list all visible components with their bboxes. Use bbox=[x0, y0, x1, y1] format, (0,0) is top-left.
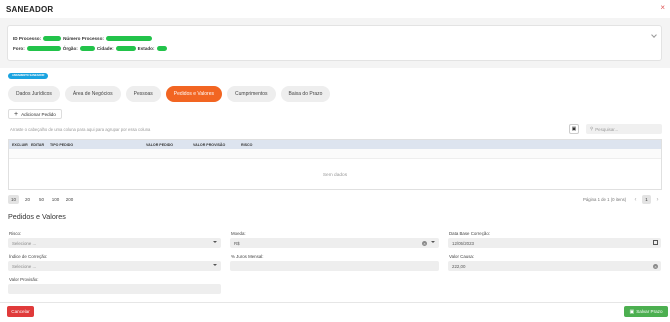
foro-value-pill bbox=[26, 46, 61, 51]
process-info-row-2: Foro: Órgão: Cidade: Estado: bbox=[13, 46, 167, 51]
save-icon: ▣ bbox=[629, 308, 635, 315]
cidade-value-pill bbox=[115, 46, 136, 51]
orgao-label: Órgão: bbox=[62, 46, 78, 51]
search-icon: ⚲ bbox=[590, 126, 594, 131]
plus-icon: + bbox=[14, 110, 19, 118]
tab-dados-juridicos[interactable]: Dados Jurídicos bbox=[8, 86, 60, 102]
numero-processo-label: Número Processo: bbox=[63, 36, 104, 41]
column-header-editar[interactable]: EDITAR bbox=[31, 143, 44, 147]
column-header-valor-provisao[interactable]: VALOR PROVISÃO bbox=[193, 143, 225, 147]
dropdown-arrow-icon bbox=[213, 241, 217, 243]
juros-mensal-input[interactable] bbox=[230, 261, 439, 271]
risco-placeholder: Selecione ... bbox=[12, 240, 37, 246]
tab-cumprimentos[interactable]: Cumprimentos bbox=[227, 86, 276, 102]
tab-area-de-negocios[interactable]: Área de Negócios bbox=[64, 86, 121, 102]
calendar-icon[interactable] bbox=[653, 240, 658, 245]
juros-mensal-label: % Juros Mensal: bbox=[231, 254, 264, 259]
data-base-correcao-label: Data Base Correção: bbox=[449, 231, 490, 236]
footer-bar bbox=[0, 302, 670, 322]
orgao-value-pill bbox=[79, 46, 95, 51]
cidade-label: Cidade: bbox=[96, 46, 114, 51]
process-info-row-1: ID Processo: Número Processo: bbox=[13, 36, 152, 41]
page-info: Página 1 de 1 (0 itens) bbox=[583, 197, 627, 202]
tab-pessoas[interactable]: Pessoas bbox=[125, 86, 161, 102]
chevron-right-icon[interactable]: › bbox=[653, 195, 662, 204]
moeda-value: R$ bbox=[234, 240, 240, 246]
column-header-valor-pedido[interactable]: VALOR PEDIDO bbox=[146, 143, 173, 147]
indice-correcao-placeholder: Selecione ... bbox=[12, 263, 37, 269]
page-size-10[interactable]: 10 bbox=[8, 195, 19, 204]
chevron-down-icon[interactable] bbox=[651, 32, 657, 38]
section-title: Pedidos e Valores bbox=[8, 212, 66, 221]
cancel-button[interactable]: Cancelar bbox=[7, 306, 34, 317]
page-size-100[interactable]: 100 bbox=[50, 195, 61, 204]
saneador-window: SANEADOR × ID Processo: Número Processo:… bbox=[0, 0, 670, 322]
add-pedido-button[interactable]: + Adicionar Pedido bbox=[8, 109, 62, 119]
risco-label: Risco: bbox=[9, 231, 22, 236]
search-placeholder: Pesquisar... bbox=[595, 126, 619, 132]
page-size-200[interactable]: 200 bbox=[64, 195, 75, 204]
add-pedido-label: Adicionar Pedido bbox=[21, 111, 56, 117]
close-icon[interactable]: × bbox=[660, 3, 665, 12]
indice-correcao-select[interactable]: Selecione ... bbox=[8, 261, 221, 271]
column-header-risco[interactable]: RISCO bbox=[241, 143, 252, 147]
column-chooser-icon[interactable]: ▣ bbox=[569, 124, 579, 134]
page-size-20[interactable]: 20 bbox=[22, 195, 33, 204]
moeda-select[interactable]: R$ × bbox=[230, 238, 439, 248]
tab-pedidos-e-valores[interactable]: Pedidos e Valores bbox=[165, 86, 223, 102]
save-prazo-button[interactable]: ▣ Salvar Prazo bbox=[624, 306, 668, 317]
dropdown-arrow-icon bbox=[431, 241, 435, 243]
foro-label: Foro: bbox=[13, 46, 25, 51]
valor-causa-label: Valor Causa: bbox=[449, 254, 475, 259]
page-size-50[interactable]: 50 bbox=[36, 195, 47, 204]
grid-header: EXCLUIR EDITAR TIPO PEDIDO VALOR PEDIDO … bbox=[9, 140, 661, 149]
status-badge: ANDAMENTO SANEADOR bbox=[8, 73, 49, 79]
pedidos-grid: EXCLUIR EDITAR TIPO PEDIDO VALOR PEDIDO … bbox=[8, 139, 662, 190]
data-base-correcao-input[interactable]: 12/05/2023 bbox=[448, 238, 661, 248]
moeda-label: Moeda: bbox=[231, 231, 246, 236]
save-prazo-label: Salvar Prazo bbox=[636, 309, 663, 314]
tab-baixa-do-prazo[interactable]: Baixa do Prazo bbox=[280, 86, 331, 102]
clear-icon[interactable]: × bbox=[653, 263, 658, 269]
valor-causa-value: 222,00 bbox=[452, 263, 466, 269]
data-base-correcao-value: 12/05/2023 bbox=[452, 240, 474, 246]
title-bar: SANEADOR × bbox=[0, 0, 670, 18]
grid-filter-row[interactable] bbox=[9, 149, 661, 159]
valor-provisao-input[interactable] bbox=[8, 284, 221, 294]
id-processo-value-pill bbox=[43, 36, 62, 41]
group-panel-hint: Arraste o cabeçalho de uma coluna para a… bbox=[10, 127, 151, 132]
column-header-tipo-pedido[interactable]: TIPO PEDIDO bbox=[50, 143, 73, 147]
numero-processo-value-pill bbox=[105, 36, 152, 41]
search-input[interactable]: ⚲ Pesquisar... bbox=[586, 124, 662, 134]
clear-icon[interactable]: × bbox=[422, 240, 427, 246]
window-title: SANEADOR bbox=[6, 5, 54, 14]
valor-causa-input[interactable]: 222,00 × bbox=[448, 261, 661, 271]
page-size-selector: 10 20 50 100 200 bbox=[8, 195, 75, 204]
chevron-left-icon[interactable]: ‹ bbox=[631, 195, 640, 204]
risco-select[interactable]: Selecione ... bbox=[8, 238, 221, 248]
dropdown-arrow-icon bbox=[213, 264, 217, 266]
grid-empty-text: Sem dados bbox=[322, 173, 348, 178]
id-processo-label: ID Processo: bbox=[13, 36, 42, 41]
process-info-card: ID Processo: Número Processo: Foro: Órgã… bbox=[7, 25, 662, 61]
indice-correcao-label: Índice de Correção: bbox=[9, 254, 48, 259]
page-number-current[interactable]: 1 bbox=[642, 195, 651, 204]
valor-provisao-label: Valor Provisão: bbox=[9, 277, 39, 282]
tab-bar: Dados Jurídicos Área de Negócios Pessoas… bbox=[8, 86, 331, 102]
column-header-excluir[interactable]: EXCLUIR bbox=[12, 143, 28, 147]
estado-value-pill bbox=[156, 46, 167, 51]
estado-label: Estado: bbox=[137, 46, 155, 51]
